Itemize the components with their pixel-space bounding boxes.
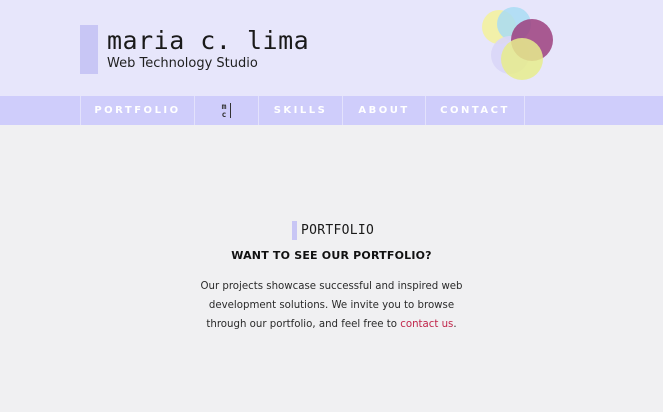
section-accent-bar [292, 221, 297, 240]
section-description: Our projects showcase successful and ins… [190, 277, 473, 334]
brand-name[interactable]: maria c. lima [107, 26, 309, 56]
logo-bubbles-icon [478, 0, 568, 96]
brand-accent-bar [80, 25, 98, 74]
contact-us-link[interactable]: contact us [400, 319, 453, 330]
nav-item-portfolio[interactable]: PORTFOLIO [80, 96, 194, 125]
nav-home-logo[interactable]: m c [194, 96, 258, 125]
section-title: PORTFOLIO [301, 223, 375, 238]
nav-item-skills[interactable]: SKILLS [258, 96, 342, 125]
brand-tagline: Web Technology Studio [107, 56, 258, 71]
description-end: . [453, 319, 457, 330]
monogram-divider [230, 103, 232, 118]
monogram-c: c [221, 109, 227, 119]
nav-item-about[interactable]: ABOUT [342, 96, 425, 125]
main-nav: PORTFOLIO m c SKILLS ABOUT CONTACT [0, 96, 663, 125]
nav-items: PORTFOLIO m c SKILLS ABOUT CONTACT [80, 96, 525, 125]
section-heading: WANT TO SEE OUR PORTFOLIO? [231, 249, 432, 262]
site-header: maria c. lima Web Technology Studio [0, 0, 663, 96]
mc-monogram-icon: m c [221, 102, 232, 119]
nav-item-contact[interactable]: CONTACT [425, 96, 525, 125]
